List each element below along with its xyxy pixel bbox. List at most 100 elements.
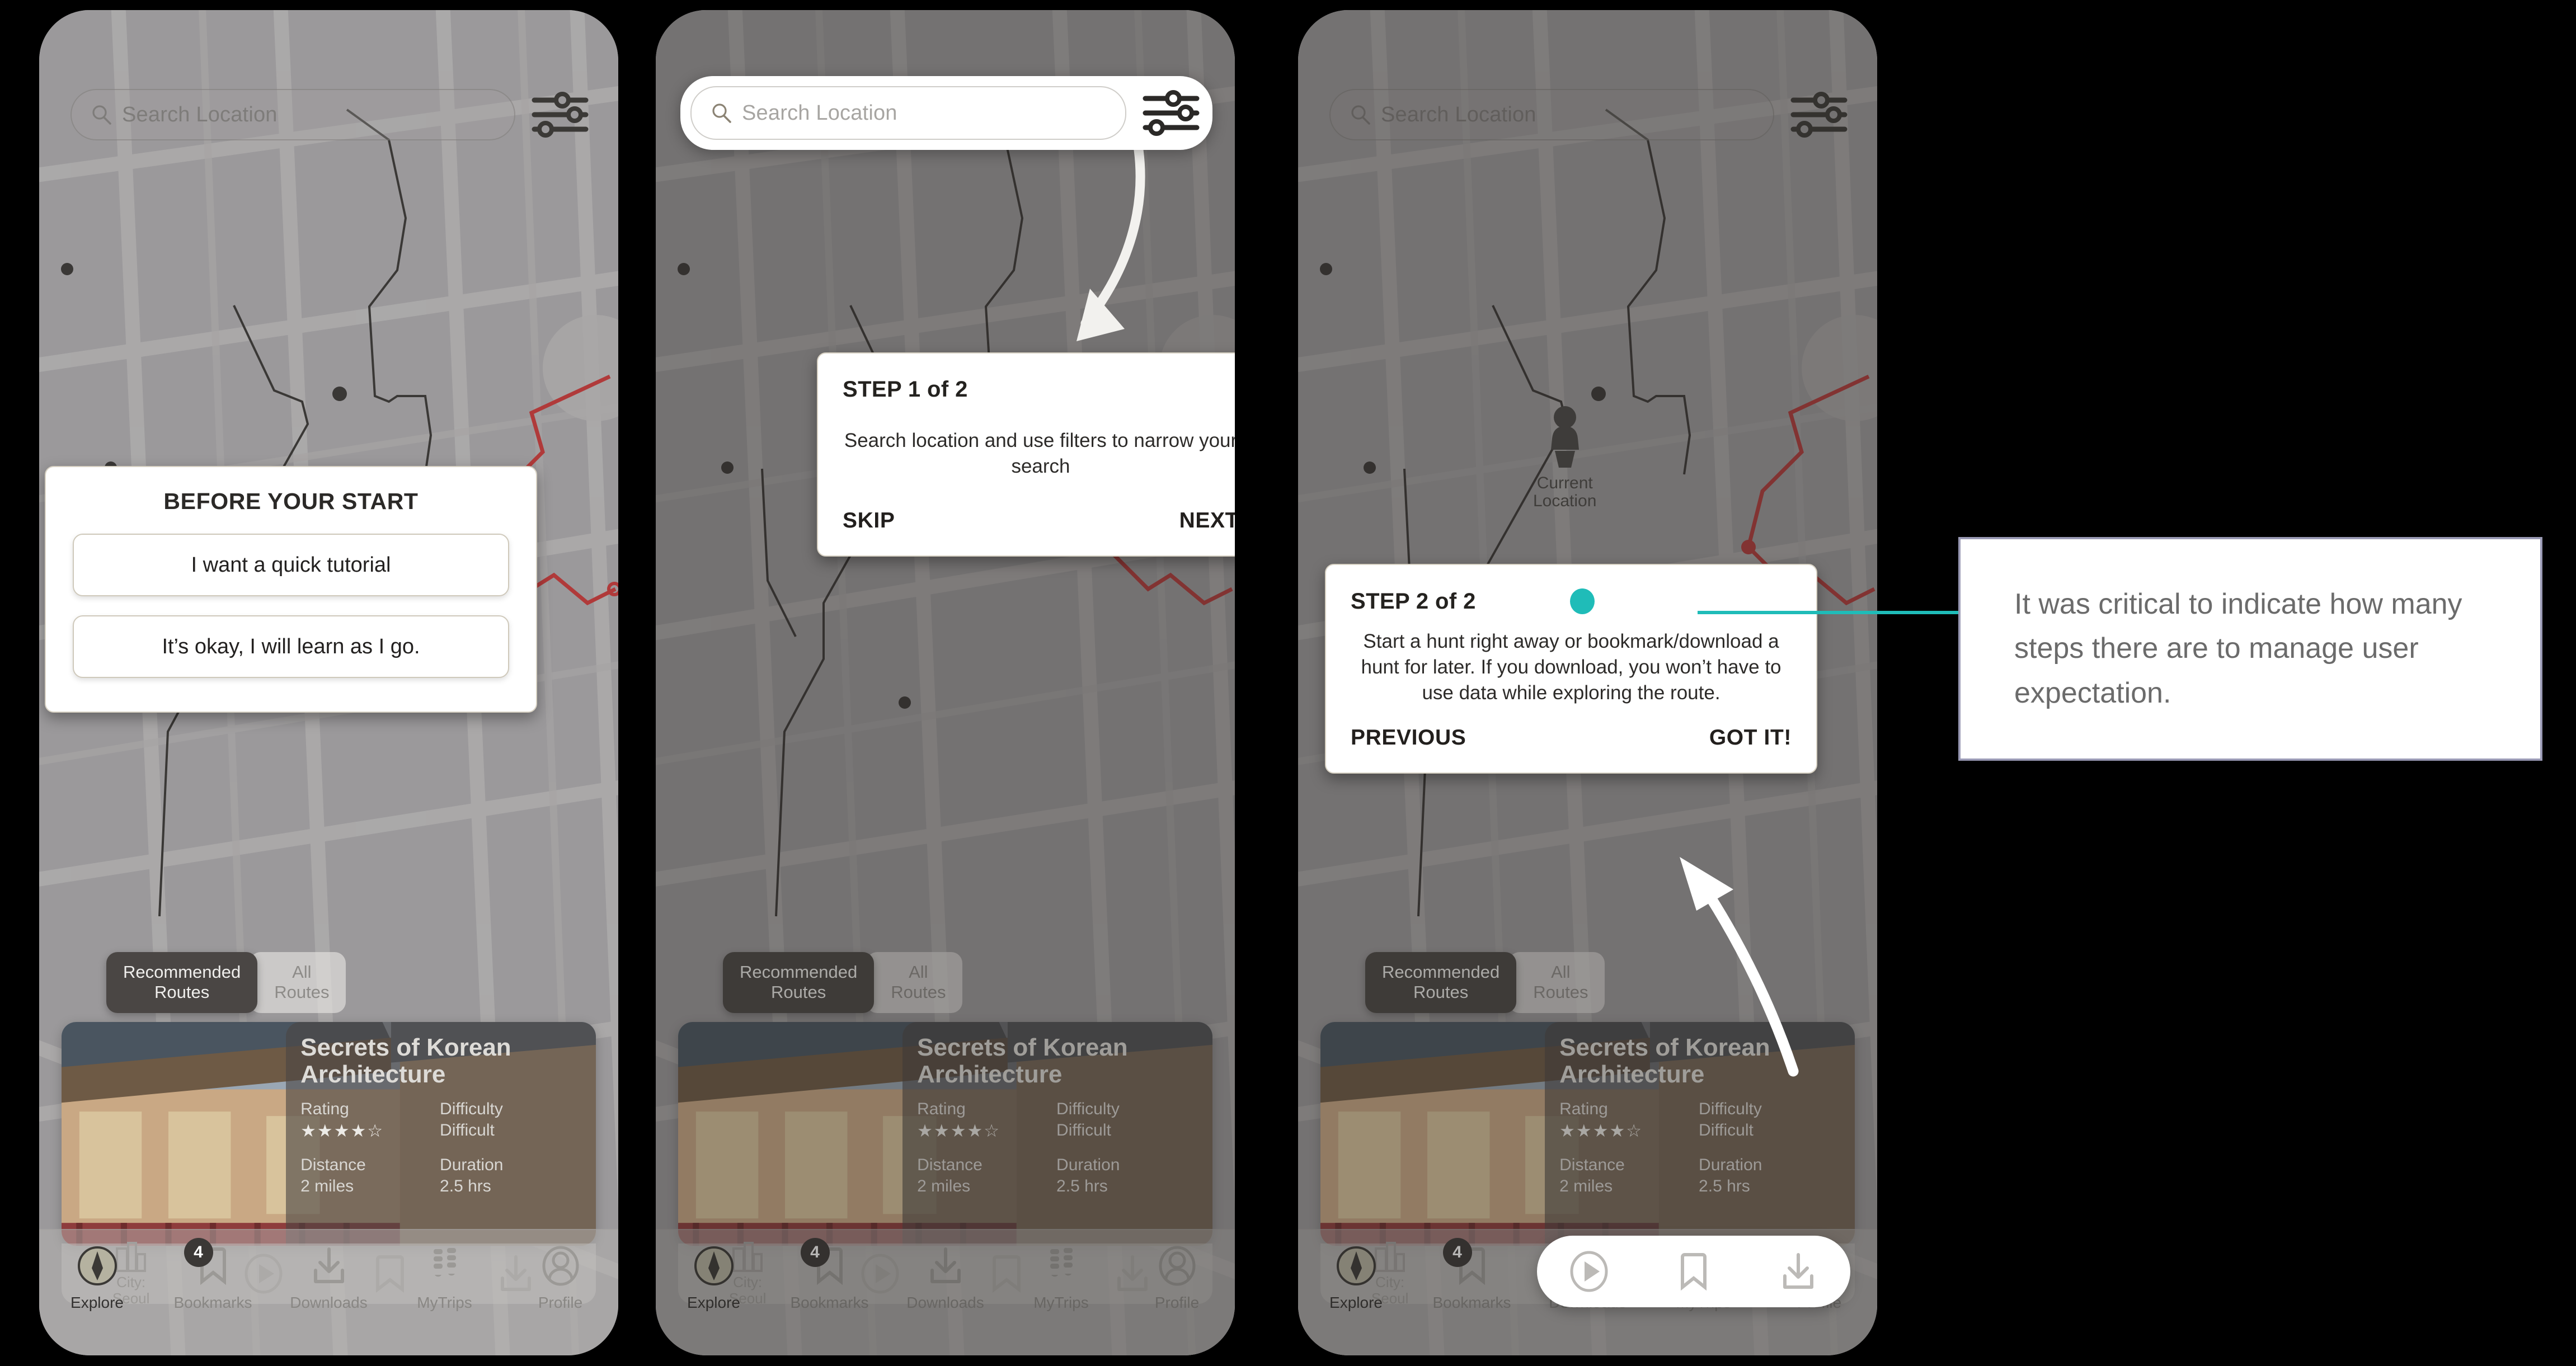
filters-icon[interactable] (1141, 88, 1201, 138)
bookmarks-badge: 4 (184, 1238, 213, 1267)
route-card[interactable]: Secrets of Korean Architecture Rating ★★… (1320, 1022, 1855, 1246)
nav-item-profile[interactable]: Profile (1119, 1243, 1235, 1312)
duration-label: Duration (1699, 1156, 1762, 1175)
rating-label: Rating (917, 1100, 966, 1119)
tooltip-body: Search location and use filters to narro… (844, 430, 1235, 478)
nav-label-downloads: Downloads (290, 1294, 368, 1311)
route-card-info: Secrets of Korean Architecture Rating ★★… (1545, 1022, 1855, 1246)
distance-label: Distance (917, 1156, 983, 1175)
tab-all-routes[interactable]: All Routes (250, 952, 346, 1013)
search-placeholder: Search Location (742, 101, 897, 125)
route-tabs: Recommended Routes All Routes (723, 952, 963, 1013)
nav-label-bookmarks: Bookmarks (173, 1294, 252, 1311)
filters-icon[interactable] (530, 90, 590, 139)
tooltip-step-label: STEP 1 of 2 (843, 377, 968, 402)
profile-icon (542, 1246, 579, 1286)
annotation-anchor-dot (1569, 588, 1595, 614)
dialog-title: BEFORE YOUR START (163, 488, 419, 514)
route-card-info: Secrets of Korean Architecture Rating ★★… (902, 1022, 1212, 1246)
nav-item-explore[interactable]: Explore (39, 1243, 155, 1312)
route-card[interactable]: Secrets of Korean Architecture Rating ★★… (678, 1022, 1212, 1246)
nav-label-bookmarks: Bookmarks (790, 1294, 869, 1311)
nav-item-explore[interactable]: Explore (656, 1243, 772, 1312)
difficulty-label: Difficulty (440, 1100, 503, 1119)
duration-label: Duration (440, 1156, 504, 1175)
search-row-highlighted: Search Location (680, 76, 1212, 150)
nav-item-mytrips[interactable]: MyTrips (387, 1243, 502, 1312)
search-icon (92, 105, 111, 125)
annotation-text: It was critical to indicate how many ste… (2014, 588, 2462, 709)
search-row: Search Location (70, 82, 590, 148)
nav-item-explore[interactable]: Explore (1298, 1243, 1414, 1312)
nav-item-profile[interactable]: Profile (502, 1243, 618, 1312)
bookmarks-badge: 4 (1442, 1238, 1472, 1267)
before-start-dialog: BEFORE YOUR START I want a quick tutoria… (45, 466, 537, 713)
footprints-icon (1050, 1248, 1073, 1277)
tab-recommended-routes[interactable]: Recommended Routes (723, 952, 875, 1013)
duration-label: Duration (1056, 1156, 1120, 1175)
search-input[interactable]: Search Location (690, 86, 1126, 140)
rating-label: Rating (300, 1100, 349, 1119)
difficulty-label: Difficulty (1056, 1100, 1120, 1119)
previous-button[interactable]: PREVIOUS (1351, 726, 1466, 750)
card-actions-highlighted (1537, 1236, 1850, 1307)
search-row: Search Location (1329, 82, 1849, 148)
route-card[interactable]: Secrets of Korean Architecture Rating ★★… (62, 1022, 596, 1246)
got-it-button[interactable]: GOT IT! (1709, 726, 1792, 750)
distance-value: 2 miles (917, 1177, 971, 1196)
bookmarks-badge: 4 (800, 1238, 830, 1267)
nav-item-downloads[interactable]: Downloads (887, 1243, 1003, 1312)
tab-recommended-routes[interactable]: Recommended Routes (1365, 952, 1517, 1013)
play-icon[interactable] (1567, 1249, 1611, 1294)
bookmark-icon[interactable] (1671, 1249, 1716, 1294)
nav-label-bookmarks: Bookmarks (1432, 1294, 1511, 1311)
rating-stars: ★★★★☆ (300, 1121, 384, 1141)
skip-tutorial-option-button[interactable]: It’s okay, I will learn as I go. (73, 615, 509, 678)
nav-label-profile: Profile (538, 1294, 583, 1311)
search-placeholder: Search Location (1381, 102, 1536, 126)
next-button[interactable]: NEXT (1179, 508, 1235, 533)
rating-stars: ★★★★☆ (917, 1121, 1001, 1141)
nav-item-bookmarks[interactable]: 4 Bookmarks (1414, 1238, 1530, 1312)
filters-icon[interactable] (1789, 90, 1849, 139)
current-location-marker: Current Location (1533, 405, 1596, 511)
download-icon (930, 1247, 961, 1283)
tab-all-routes[interactable]: All Routes (1508, 952, 1605, 1013)
nav-label-downloads: Downloads (906, 1294, 984, 1311)
route-tabs: Recommended Routes All Routes (1365, 952, 1605, 1013)
distance-label: Distance (1559, 1156, 1625, 1175)
screens-stage: Search Location Recommended Routes All R… (0, 0, 2576, 1366)
nav-label-profile: Profile (1154, 1294, 1200, 1311)
difficulty-label: Difficulty (1699, 1100, 1762, 1119)
tutorial-option-button[interactable]: I want a quick tutorial (73, 534, 509, 596)
nav-item-mytrips[interactable]: MyTrips (1003, 1243, 1119, 1312)
download-icon[interactable] (1776, 1249, 1821, 1294)
search-icon (712, 103, 731, 123)
tab-recommended-routes[interactable]: Recommended Routes (106, 952, 258, 1013)
difficulty-value: Difficult (1056, 1121, 1111, 1140)
skip-button[interactable]: SKIP (843, 508, 895, 533)
nav-item-downloads[interactable]: Downloads (271, 1243, 387, 1312)
difficulty-value: Difficult (440, 1121, 495, 1140)
annotation-callout: It was critical to indicate how many ste… (1958, 537, 2542, 761)
tutorial-tooltip-step-2: STEP 2 of 2 Start a hunt right away or b… (1325, 564, 1817, 774)
download-icon (313, 1247, 344, 1283)
annotation-connector-line (1698, 611, 1961, 614)
distance-label: Distance (300, 1156, 366, 1175)
distance-value: 2 miles (1559, 1177, 1613, 1196)
nav-label-explore: Explore (1329, 1294, 1383, 1311)
route-card-info: Secrets of Korean Architecture Rating ★★… (286, 1022, 596, 1246)
tutorial-tooltip-step-1: STEP 1 of 2 Search location and use filt… (817, 352, 1235, 557)
compass-icon (1336, 1246, 1376, 1285)
search-input[interactable]: Search Location (70, 89, 515, 140)
route-title: Secrets of Korean Architecture (300, 1034, 511, 1088)
phone-screen-3: Search Location Current Location Recomme… (1298, 10, 1877, 1355)
current-location-label: Current Location (1533, 474, 1597, 511)
nav-item-bookmarks[interactable]: 4 Bookmarks (155, 1238, 271, 1312)
search-icon (1351, 105, 1370, 125)
tab-all-routes[interactable]: All Routes (866, 952, 963, 1013)
nav-item-bookmarks[interactable]: 4 Bookmarks (772, 1238, 887, 1312)
bottom-nav: Explore 4 Bookmarks Downloads (656, 1229, 1235, 1355)
search-input[interactable]: Search Location (1329, 89, 1774, 140)
compass-icon (77, 1246, 117, 1285)
